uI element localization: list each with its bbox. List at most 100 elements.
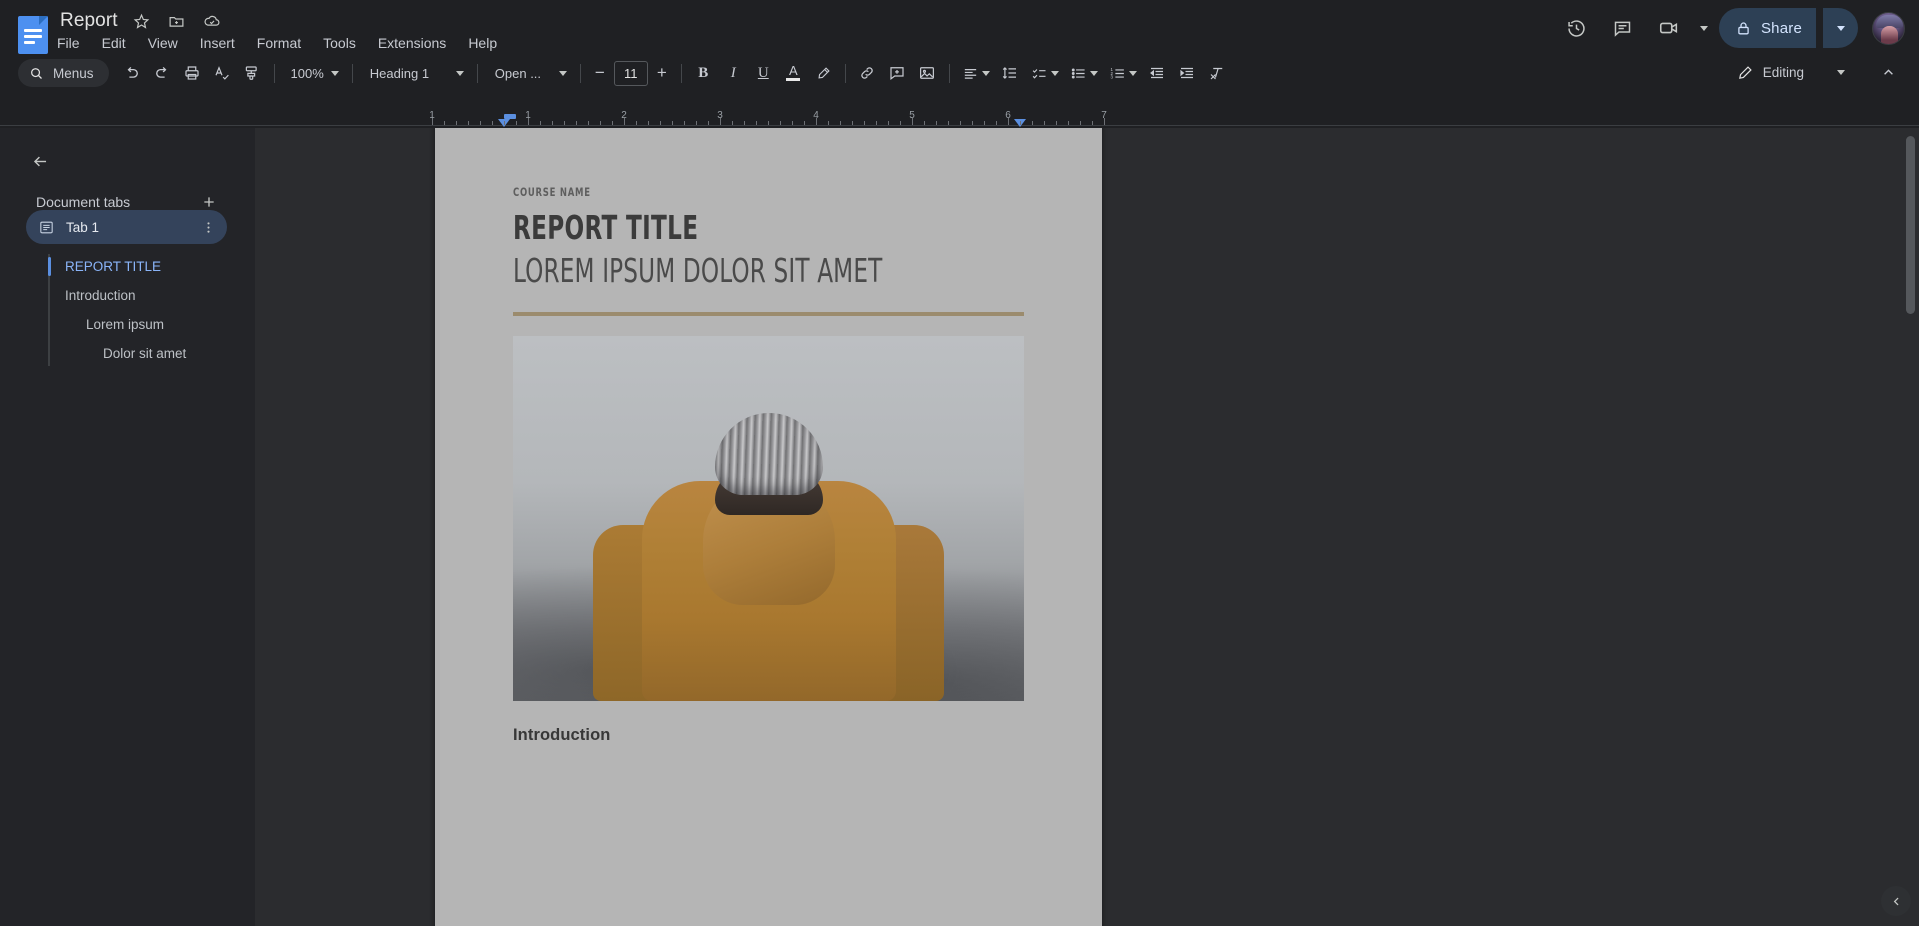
- decrease-font-size-button[interactable]: −: [588, 60, 612, 86]
- ruler-tick: [756, 121, 757, 125]
- text-color-button[interactable]: A: [779, 59, 808, 88]
- menu-tools[interactable]: Tools: [312, 30, 367, 56]
- print-button[interactable]: [178, 59, 207, 88]
- numbered-list-button[interactable]: 123: [1104, 59, 1142, 88]
- toolbar-divider: [579, 63, 581, 83]
- move-to-folder-icon[interactable]: [166, 10, 188, 32]
- menu-extensions[interactable]: Extensions: [367, 30, 457, 56]
- star-icon[interactable]: [131, 10, 153, 32]
- comment-icon[interactable]: [1603, 8, 1643, 48]
- ruler-tick: [648, 121, 649, 125]
- section-heading-introduction[interactable]: Introduction: [513, 726, 1024, 745]
- chevron-down-icon: [981, 70, 990, 76]
- paragraph-style-select[interactable]: Heading 1: [360, 59, 470, 87]
- document-page[interactable]: COURSE NAME REPORT TITLE LOREM IPSUM DOL…: [435, 128, 1102, 926]
- align-left-icon: [964, 68, 976, 79]
- menu-view[interactable]: View: [137, 30, 189, 56]
- font-size-input[interactable]: 11: [613, 60, 648, 86]
- bulleted-list-button[interactable]: [1065, 59, 1103, 88]
- tab-label: Tab 1: [66, 219, 100, 235]
- ruler-tick: [1008, 118, 1009, 125]
- side-panel-collapse-button[interactable]: [1881, 886, 1911, 916]
- align-button[interactable]: [957, 59, 995, 88]
- add-comment-button[interactable]: [883, 59, 912, 88]
- document-tab-icon: [40, 221, 53, 233]
- ruler-tick: [624, 118, 625, 125]
- docs-logo-icon[interactable]: [18, 16, 48, 54]
- plus-icon: [204, 197, 214, 207]
- editing-mode-button[interactable]: Editing: [1725, 57, 1855, 87]
- outline-item-report-title[interactable]: REPORT TITLE: [48, 252, 248, 281]
- editing-mode-label: Editing: [1762, 64, 1804, 80]
- clear-formatting-button[interactable]: [1203, 59, 1232, 88]
- ruler[interactable]: 1 1 2 3 4 5 6 7: [0, 110, 1919, 128]
- share-button[interactable]: Share: [1718, 8, 1816, 48]
- menu-insert[interactable]: Insert: [189, 30, 246, 56]
- page-title[interactable]: Report: [60, 10, 118, 32]
- ruler-tick: [564, 121, 565, 125]
- insert-image-button[interactable]: [913, 59, 942, 88]
- document-canvas[interactable]: COURSE NAME REPORT TITLE LOREM IPSUM DOL…: [255, 128, 1919, 926]
- italic-button[interactable]: I: [719, 59, 748, 88]
- menu-file[interactable]: File: [46, 30, 91, 56]
- avatar[interactable]: [1872, 11, 1905, 45]
- line-spacing-icon: [1003, 67, 1017, 79]
- paint-format-icon: [245, 66, 257, 80]
- document-title-text[interactable]: REPORT TITLE: [513, 208, 912, 247]
- tab-options-button[interactable]: [198, 217, 218, 237]
- insert-link-button[interactable]: [853, 59, 882, 88]
- lock-icon: [1738, 21, 1749, 34]
- meet-caret-button[interactable]: [1695, 8, 1713, 48]
- decrease-indent-button[interactable]: [1143, 59, 1172, 88]
- font-family-select[interactable]: Open ...: [485, 59, 573, 87]
- video-camera-icon: [1659, 22, 1678, 34]
- paint-format-button[interactable]: [238, 59, 267, 88]
- ruler-tick: [960, 121, 961, 125]
- paragraph-style-value: Heading 1: [369, 65, 430, 81]
- sidebar-item-tab-1[interactable]: Tab 1: [26, 210, 227, 244]
- toolbar-divider: [844, 63, 846, 83]
- outline-item-dolor-sit-amet[interactable]: Dolor sit amet: [48, 339, 248, 368]
- undo-button[interactable]: [118, 59, 147, 88]
- document-image[interactable]: [513, 336, 1024, 701]
- ruler-track[interactable]: 1 1 2 3 4 5 6 7: [429, 110, 1107, 128]
- menu-format[interactable]: Format: [246, 30, 312, 56]
- back-button[interactable]: [25, 146, 55, 176]
- line-spacing-button[interactable]: [996, 59, 1025, 88]
- top-bar: Report File Edit View Insert Format Tool…: [0, 0, 1919, 62]
- checklist-button[interactable]: [1026, 59, 1064, 88]
- vertical-scrollbar-thumb[interactable]: [1906, 136, 1915, 314]
- redo-button[interactable]: [148, 59, 177, 88]
- bold-button[interactable]: B: [689, 59, 718, 88]
- ruler-tick: [744, 121, 745, 125]
- pencil-icon: [1738, 65, 1752, 79]
- insert-link-icon: [861, 67, 874, 79]
- menu-edit[interactable]: Edit: [91, 30, 137, 56]
- increase-font-size-button[interactable]: +: [650, 60, 674, 86]
- search-menus-button[interactable]: Menus: [18, 59, 109, 87]
- ruler-tick: [732, 121, 733, 125]
- font-family-value: Open ...: [494, 65, 542, 81]
- ruler-tick: [480, 121, 481, 125]
- outline-item-introduction[interactable]: Introduction: [48, 281, 248, 310]
- spellcheck-button[interactable]: [208, 59, 237, 88]
- share-options-button[interactable]: [1822, 8, 1858, 48]
- zoom-control[interactable]: 100%: [282, 59, 345, 87]
- ruler-tick: [588, 121, 589, 125]
- version-history-icon[interactable]: [1557, 8, 1597, 48]
- more-vertical-icon: [206, 221, 210, 233]
- course-name-text[interactable]: COURSE NAME: [513, 185, 932, 199]
- ruler-tick: [924, 121, 925, 125]
- document-subtitle-text[interactable]: LOREM IPSUM DOLOR SIT AMET: [513, 251, 912, 290]
- collapse-toolbar-button[interactable]: [1874, 58, 1903, 87]
- highlight-button[interactable]: [809, 59, 838, 88]
- outline-item-lorem-ipsum[interactable]: Lorem ipsum: [48, 310, 248, 339]
- ruler-tick: [1056, 121, 1057, 125]
- cloud-saved-icon[interactable]: [201, 10, 223, 32]
- arrow-left-icon: [33, 156, 46, 166]
- meet-button[interactable]: [1649, 8, 1689, 48]
- increase-indent-button[interactable]: [1173, 59, 1202, 88]
- menu-help[interactable]: Help: [457, 30, 508, 56]
- vertical-scrollbar[interactable]: [1906, 134, 1915, 922]
- underline-button[interactable]: U: [749, 59, 778, 88]
